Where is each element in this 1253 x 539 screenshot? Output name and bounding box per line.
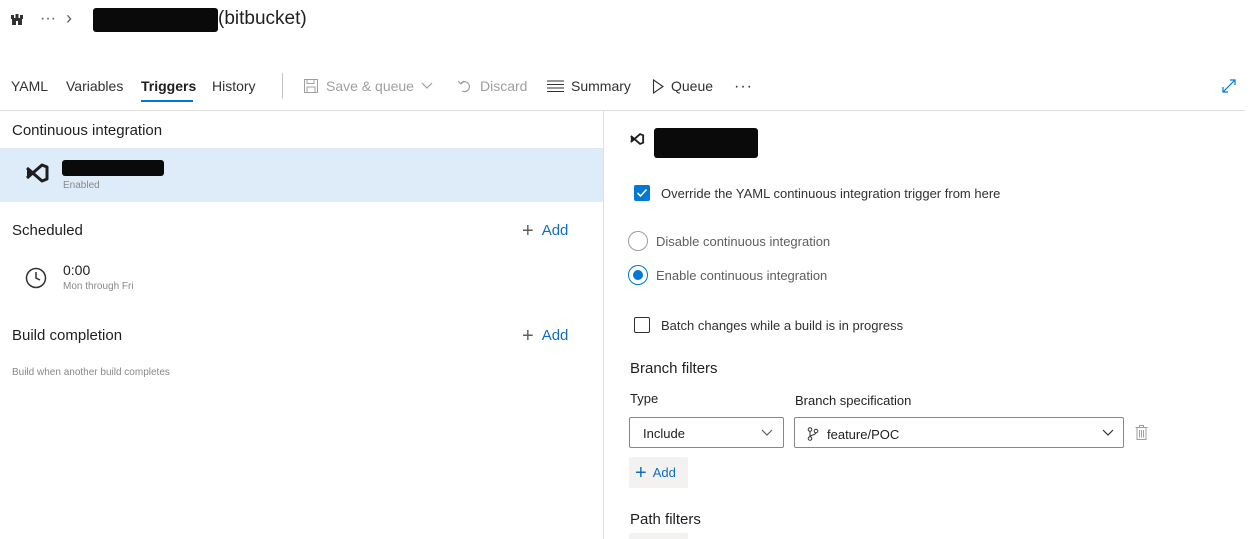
ci-section-title: Continuous integration (12, 122, 163, 139)
header-divider (0, 110, 1245, 111)
queue-button[interactable]: Queue (652, 78, 713, 94)
add-branch-filter-button[interactable]: + Add (629, 457, 688, 488)
add-branch-filter-label: Add (652, 465, 676, 480)
discard-label: Discard (480, 78, 528, 94)
save-icon (304, 79, 318, 93)
ci-trigger-item[interactable]: Enabled (0, 148, 603, 202)
delete-filter-button[interactable] (1135, 425, 1148, 445)
expand-icon (1222, 79, 1236, 93)
toolbar-divider (282, 73, 283, 99)
pane-divider (603, 111, 604, 539)
visual-studio-icon (24, 160, 50, 191)
schedule-time: 0:00 (63, 262, 91, 278)
breadcrumb-more-button[interactable]: ··· (40, 10, 56, 28)
type-value: Include (643, 426, 685, 441)
discard-button[interactable]: Discard (457, 78, 527, 94)
build-completion-description: Build when another build completes (12, 367, 170, 378)
enable-ci-radio[interactable] (628, 265, 648, 285)
project-icon[interactable] (10, 12, 24, 26)
add-build-completion-button[interactable]: + Add (522, 324, 569, 347)
disable-ci-radio[interactable] (628, 231, 648, 251)
save-queue-label: Save & queue (326, 78, 414, 94)
plus-icon: + (522, 219, 534, 242)
branch-icon (807, 427, 819, 441)
add-path-filter-button[interactable] (629, 533, 688, 539)
play-icon (652, 78, 664, 94)
override-yaml-label: Override the YAML continuous integration… (661, 186, 1001, 201)
expand-button[interactable] (1221, 78, 1237, 99)
branch-filters-title: Branch filters (630, 360, 718, 377)
repo-name-redacted (654, 128, 758, 158)
enable-ci-label: Enable continuous integration (656, 268, 828, 283)
branch-spec-dropdown[interactable]: feature/POC (794, 417, 1124, 448)
queue-label: Queue (671, 78, 714, 94)
tab-active-indicator (141, 100, 193, 102)
undo-icon (457, 80, 470, 93)
visual-studio-icon (629, 131, 645, 152)
scheduled-section-title: Scheduled (12, 222, 83, 239)
tab-history[interactable]: History (212, 78, 256, 94)
plus-icon: + (635, 461, 647, 484)
override-yaml-checkbox[interactable] (634, 185, 650, 201)
batch-changes-label: Batch changes while a build is in progre… (661, 318, 904, 333)
ci-item-status: Enabled (63, 180, 100, 191)
add-schedule-button[interactable]: + Add (522, 219, 569, 242)
summary-button[interactable]: Summary (547, 78, 631, 94)
branch-spec-label: Branch specification (795, 393, 912, 408)
save-queue-button[interactable]: Save & queue (303, 78, 433, 94)
build-completion-section-title: Build completion (12, 327, 123, 344)
chevron-down-icon (421, 82, 433, 89)
chevron-down-icon (1102, 429, 1114, 436)
tab-triggers[interactable]: Triggers (141, 78, 196, 94)
ci-item-name-redacted (62, 160, 164, 176)
trash-icon (1135, 425, 1148, 440)
chevron-down-icon (761, 429, 773, 436)
checkmark-icon (636, 188, 648, 198)
pipeline-title: (bitbucket) (218, 8, 307, 29)
more-actions-button[interactable]: ··· (734, 78, 753, 96)
chevron-right-icon: › (66, 8, 72, 28)
disable-ci-label: Disable continuous integration (656, 234, 831, 249)
list-icon (547, 80, 564, 92)
add-schedule-label: Add (541, 222, 569, 239)
add-build-completion-label: Add (541, 327, 569, 344)
summary-label: Summary (571, 78, 631, 94)
type-dropdown[interactable]: Include (629, 417, 784, 448)
type-label: Type (630, 391, 659, 406)
clock-icon (25, 267, 47, 294)
schedule-days: Mon through Fri (63, 281, 134, 292)
batch-changes-checkbox[interactable] (634, 317, 650, 333)
path-filters-title: Path filters (630, 511, 701, 528)
tab-yaml[interactable]: YAML (11, 78, 48, 94)
schedule-item[interactable]: 0:00 Mon through Fri (0, 256, 603, 300)
pipeline-name-redacted (93, 8, 218, 32)
plus-icon: + (522, 324, 534, 347)
branch-spec-value: feature/POC (827, 427, 900, 442)
castle-icon (11, 14, 23, 25)
tab-variables[interactable]: Variables (66, 78, 123, 94)
